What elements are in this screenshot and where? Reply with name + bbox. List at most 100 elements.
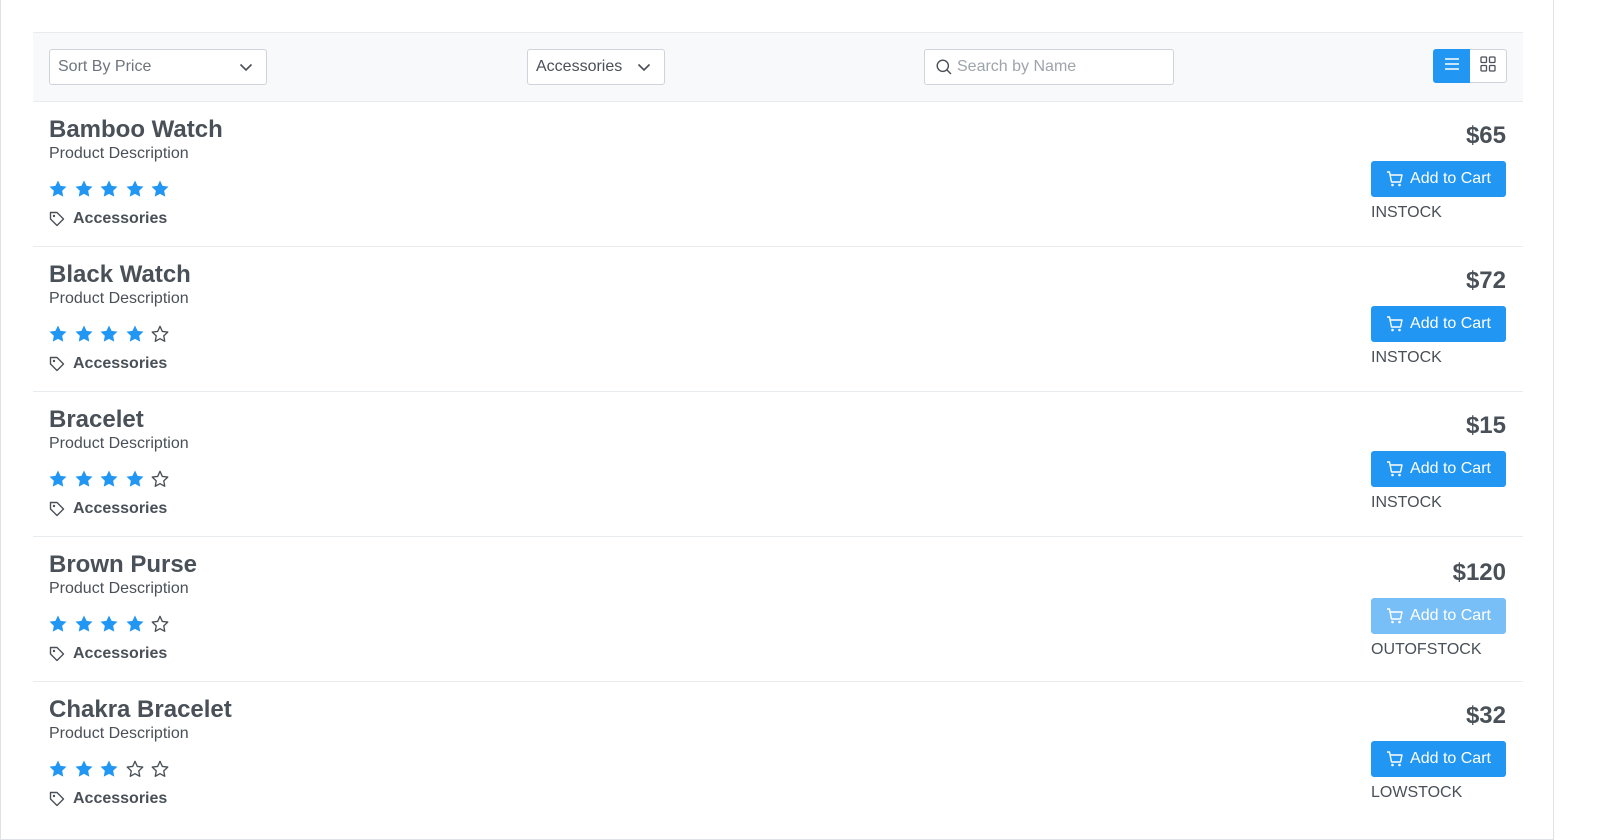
sort-dropdown-label: Sort By Price [58, 58, 152, 75]
star-empty-icon[interactable] [150, 324, 176, 344]
product-row: Chakra Bracelet Product Description Acce… [33, 682, 1523, 827]
product-category: Accessories [49, 209, 167, 229]
add-to-cart-label: Add to Cart [1410, 170, 1491, 187]
star-filled-icon[interactable] [125, 324, 151, 344]
star-filled-icon[interactable] [48, 469, 74, 489]
tag-icon [49, 354, 69, 374]
product-price: $72 [1465, 267, 1506, 294]
product-name: Bracelet [49, 406, 144, 433]
tag-icon [49, 499, 69, 519]
inventory-status: INSTOCK [1371, 494, 1442, 511]
add-to-cart-button[interactable]: Add to Cart [1371, 161, 1506, 197]
shopping-cart-icon [1386, 315, 1404, 333]
product-row: Bracelet Product Description Accessories… [33, 392, 1523, 537]
product-dataview-card: Sort By Price Accessories Search by Name… [0, 0, 1554, 840]
star-filled-icon[interactable] [99, 469, 125, 489]
star-filled-icon[interactable] [99, 179, 125, 199]
product-description: Product Description [49, 435, 189, 452]
product-rating[interactable] [48, 179, 176, 199]
tag-icon [49, 789, 69, 809]
star-filled-icon[interactable] [74, 179, 100, 199]
list-icon [1444, 57, 1460, 76]
star-empty-icon[interactable] [150, 469, 176, 489]
grid-view-button[interactable] [1470, 49, 1507, 83]
search-box [924, 49, 1174, 85]
product-price: $120 [1452, 559, 1506, 586]
shopping-cart-icon [1386, 750, 1404, 768]
product-description: Product Description [49, 580, 189, 597]
product-category-label: Accessories [73, 645, 168, 662]
star-filled-icon[interactable] [74, 324, 100, 344]
add-to-cart-label: Add to Cart [1410, 607, 1491, 624]
product-row: Black Watch Product Description Accessor… [33, 247, 1523, 392]
product-name: Chakra Bracelet [49, 696, 232, 723]
inventory-status: LOWSTOCK [1371, 784, 1463, 801]
add-to-cart-label: Add to Cart [1410, 315, 1491, 332]
tag-icon [49, 644, 69, 664]
star-filled-icon[interactable] [48, 759, 74, 779]
product-category: Accessories [49, 789, 167, 809]
product-price: $15 [1465, 412, 1506, 439]
star-filled-icon[interactable] [74, 469, 100, 489]
add-to-cart-label: Add to Cart [1410, 750, 1491, 767]
add-to-cart-button[interactable]: Add to Cart [1371, 741, 1506, 777]
product-price: $65 [1465, 122, 1506, 149]
product-description: Product Description [49, 145, 189, 162]
product-list: Bamboo Watch Product Description Accesso… [33, 102, 1523, 827]
product-row: Brown Purse Product Description Accessor… [33, 537, 1523, 682]
add-to-cart-button[interactable]: Add to Cart [1371, 306, 1506, 342]
category-dropdown-label: Accessories [536, 58, 623, 75]
product-category-label: Accessories [73, 790, 168, 807]
shopping-cart-icon [1386, 170, 1404, 188]
product-category-label: Accessories [73, 355, 168, 372]
product-rating[interactable] [48, 469, 176, 489]
star-filled-icon[interactable] [48, 324, 74, 344]
product-rating[interactable] [48, 759, 176, 779]
inventory-status: INSTOCK [1371, 349, 1442, 366]
star-filled-icon[interactable] [125, 469, 151, 489]
product-price: $32 [1465, 702, 1506, 729]
star-empty-icon[interactable] [150, 759, 176, 779]
star-filled-icon[interactable] [99, 759, 125, 779]
list-view-button[interactable] [1433, 49, 1470, 83]
star-filled-icon[interactable] [74, 759, 100, 779]
product-dataview: Sort By Price Accessories Search by Name… [33, 32, 1523, 827]
product-category: Accessories [49, 644, 167, 664]
chevron-down-icon [624, 50, 664, 84]
search-input[interactable] [957, 51, 1167, 83]
product-description: Product Description [49, 725, 189, 742]
layout-toggle [1433, 49, 1507, 83]
add-to-cart-button[interactable]: Add to Cart [1371, 598, 1506, 634]
sort-dropdown[interactable]: Sort By Price [49, 49, 267, 85]
star-empty-icon[interactable] [125, 759, 151, 779]
product-category-label: Accessories [73, 210, 168, 227]
product-rating[interactable] [48, 614, 176, 634]
star-filled-icon[interactable] [125, 614, 151, 634]
chevron-down-icon [226, 50, 266, 84]
inventory-status: INSTOCK [1371, 204, 1442, 221]
tag-icon [49, 209, 69, 229]
star-filled-icon[interactable] [74, 614, 100, 634]
product-row: Bamboo Watch Product Description Accesso… [33, 102, 1523, 247]
grid-icon [1480, 55, 1496, 77]
add-to-cart-button[interactable]: Add to Cart [1371, 451, 1506, 487]
product-category-label: Accessories [73, 500, 168, 517]
star-filled-icon[interactable] [48, 179, 74, 199]
star-filled-icon[interactable] [150, 179, 176, 199]
shopping-cart-icon [1386, 460, 1404, 478]
category-dropdown[interactable]: Accessories [527, 49, 665, 85]
add-to-cart-label: Add to Cart [1410, 460, 1491, 477]
product-description: Product Description [49, 290, 189, 307]
star-filled-icon[interactable] [99, 324, 125, 344]
inventory-status: OUTOFSTOCK [1371, 641, 1482, 658]
product-name: Bamboo Watch [49, 116, 223, 143]
dataview-header: Sort By Price Accessories [33, 32, 1523, 102]
product-rating[interactable] [48, 324, 176, 344]
star-empty-icon[interactable] [150, 614, 176, 634]
product-category: Accessories [49, 354, 167, 374]
star-filled-icon[interactable] [99, 614, 125, 634]
star-filled-icon[interactable] [125, 179, 151, 199]
shopping-cart-icon [1386, 607, 1404, 625]
star-filled-icon[interactable] [48, 614, 74, 634]
product-name: Brown Purse [49, 551, 198, 578]
